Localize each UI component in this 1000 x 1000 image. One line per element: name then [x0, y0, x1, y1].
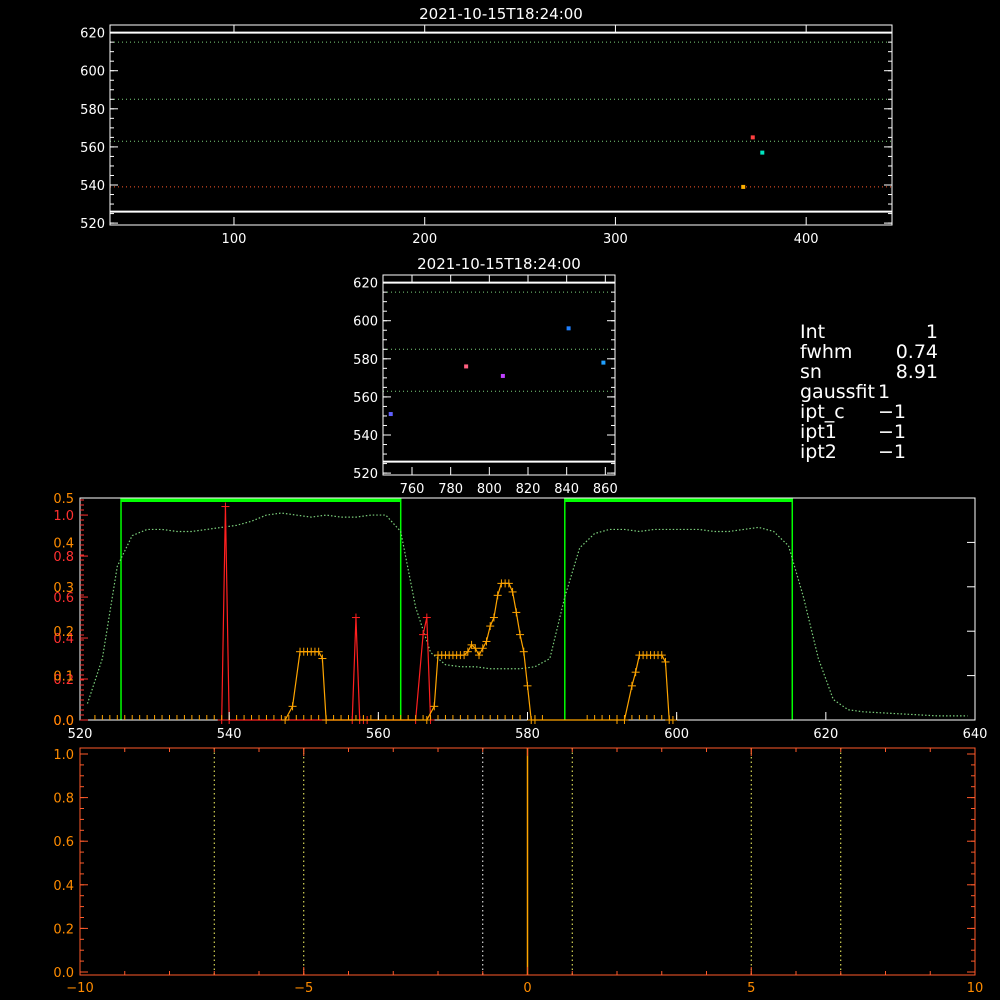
- info-row-gaussfit: gaussfit 1: [800, 382, 938, 402]
- series-line: [221, 506, 432, 721]
- x-tick-label: −5: [294, 981, 313, 996]
- scatter-panel-2: [382, 274, 616, 476]
- info-value: −1: [878, 441, 907, 463]
- y-tick-label: 620: [353, 277, 378, 292]
- y-tick-label: 0.5: [53, 492, 74, 507]
- y-tick-label: 0.8: [53, 792, 74, 807]
- plot-frame: [109, 24, 893, 226]
- info-panel: Int 1 fwhm 0.74 sn 8.91 gaussfit 1 ipt_c −1 i…: [800, 322, 938, 462]
- x-tick-label: 760: [400, 482, 425, 497]
- info-row-int: Int 1: [800, 322, 938, 342]
- y-tick-label: 600: [353, 315, 378, 330]
- chart-title: 2021-10-15T18:24:00: [417, 255, 581, 273]
- y-tick-label: 540: [353, 429, 378, 444]
- y-tick-label: 580: [353, 353, 378, 368]
- info-key: Int: [800, 321, 826, 343]
- y-tick-label: 0.4: [53, 879, 74, 894]
- info-row-ipt2: ipt2 −1: [800, 442, 938, 462]
- info-key: fwhm: [800, 341, 853, 363]
- y-tick-label: 1.0: [53, 509, 74, 524]
- y-tick-label: 0.2: [53, 922, 74, 937]
- info-row-fwhm: fwhm 0.74: [800, 342, 938, 362]
- y-tick-label: 0.1: [53, 670, 74, 685]
- y-tick-label: 560: [80, 141, 105, 156]
- x-tick-label: 620: [813, 727, 838, 742]
- x-tick-label: −10: [66, 981, 93, 996]
- data-point: [566, 326, 571, 331]
- info-key: sn: [800, 361, 822, 383]
- y-tick-label: 520: [80, 217, 105, 232]
- x-tick-label: 640: [963, 727, 988, 742]
- x-tick-label: 600: [664, 727, 689, 742]
- x-tick-label: 580: [515, 727, 540, 742]
- x-tick-label: 300: [603, 232, 628, 247]
- info-value: −1: [878, 401, 907, 423]
- y-tick-label: 0.0: [53, 714, 74, 729]
- y-tick-label: 0.2: [53, 625, 74, 640]
- scatter-panel-1: [109, 24, 893, 226]
- data-point: [500, 373, 505, 378]
- y-tick-label: 560: [353, 391, 378, 406]
- y-tick-label: 600: [80, 65, 105, 80]
- chart-canvas: 520540560580600620100 200 300 4002021-10-15…: [53, 5, 988, 996]
- data-point: [750, 135, 755, 140]
- x-tick-label: 560: [366, 727, 391, 742]
- info-value: 1: [878, 381, 891, 403]
- info-row-sn: sn 8.91: [800, 362, 938, 382]
- x-tick-label: 860: [593, 482, 618, 497]
- x-tick-label: 100: [222, 232, 247, 247]
- info-value: 1: [925, 321, 938, 343]
- x-tick-label: 5: [747, 981, 755, 996]
- y-tick-label: 0.6: [53, 835, 74, 850]
- y-tick-label: 540: [80, 179, 105, 194]
- y-tick-label: 0.3: [53, 581, 74, 596]
- x-tick-label: 780: [438, 482, 463, 497]
- x-tick-label: 520: [68, 727, 93, 742]
- x-tick-label: 400: [794, 232, 819, 247]
- info-value: 0.74: [895, 341, 938, 363]
- y-tick-label: 620: [80, 27, 105, 42]
- info-key: ipt_c: [800, 401, 845, 423]
- data-point: [760, 150, 765, 155]
- x-tick-label: 820: [516, 482, 541, 497]
- chart-title: 2021-10-15T18:24:00: [419, 5, 583, 23]
- x-tick-label: 10: [967, 981, 984, 996]
- y-tick-label: 1.0: [53, 748, 74, 763]
- y-tick-label: 520: [353, 467, 378, 482]
- x-tick-label: 800: [477, 482, 502, 497]
- info-key: ipt2: [800, 441, 837, 463]
- info-value: −1: [878, 421, 907, 443]
- data-point: [601, 360, 606, 365]
- y-tick-label: 0.0: [53, 966, 74, 981]
- data-point: [741, 184, 746, 189]
- x-tick-label: 0: [523, 981, 531, 996]
- data-point: [388, 412, 393, 417]
- spectrum-panel: [79, 497, 976, 724]
- y-tick-label: 0.8: [53, 550, 74, 565]
- x-tick-label: 840: [554, 482, 579, 497]
- info-key: ipt1: [800, 421, 837, 443]
- x-tick-label: 540: [217, 727, 242, 742]
- data-point: [464, 364, 469, 369]
- plot-frame: [382, 274, 616, 476]
- y-tick-label: 580: [80, 103, 105, 118]
- x-tick-label: 200: [412, 232, 437, 247]
- profile-panel: [79, 747, 976, 976]
- info-row-ipt1: ipt1 −1: [800, 422, 938, 442]
- info-row-ipt-c: ipt_c −1: [800, 402, 938, 422]
- y-tick-label: 0.4: [53, 536, 74, 551]
- info-key: gaussfit: [800, 381, 875, 403]
- info-value: 8.91: [895, 361, 938, 383]
